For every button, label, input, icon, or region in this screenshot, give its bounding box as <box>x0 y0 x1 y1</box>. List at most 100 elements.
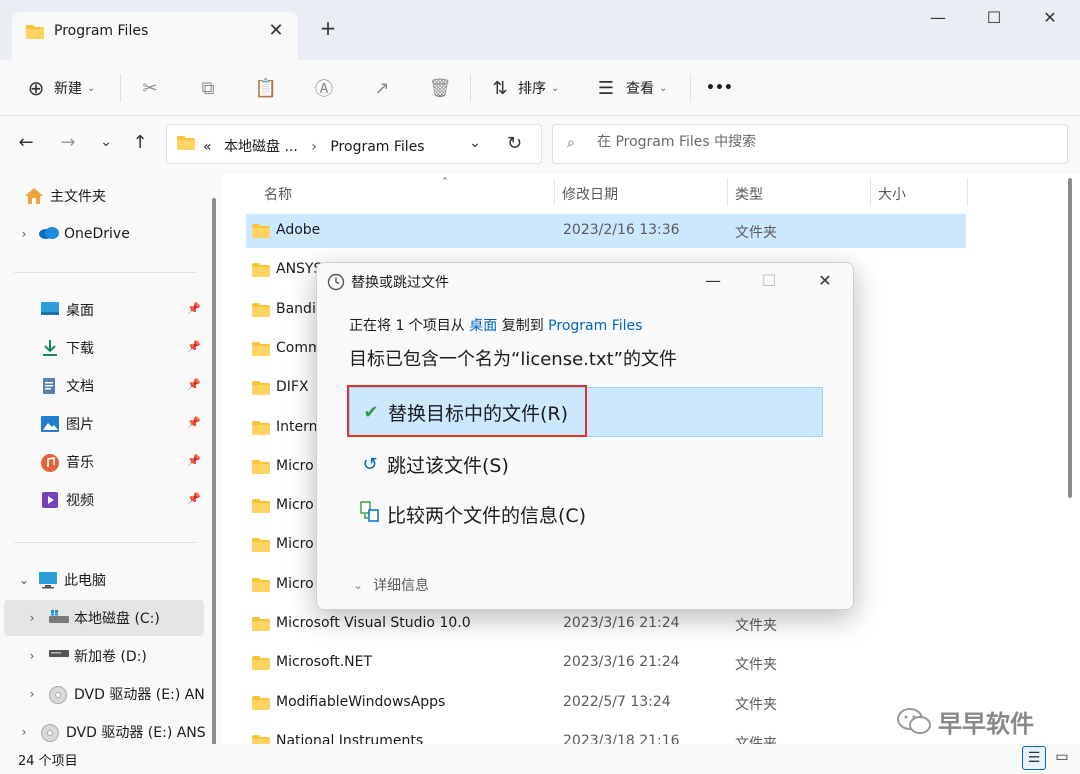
chevron-right-icon[interactable]: › <box>16 725 32 739</box>
paste-button[interactable]: 📋 <box>254 70 278 106</box>
copy-button[interactable]: ⧉ <box>196 70 220 106</box>
breadcrumb-local-disk[interactable]: 本地磁盘 ... <box>224 139 298 155</box>
sidebar-item-drive-d[interactable]: › 新加卷 (D:) <box>0 638 205 674</box>
refresh-icon[interactable]: ↻ <box>507 133 522 154</box>
dialog-minimize-button[interactable]: — <box>695 269 731 295</box>
new-label: 新建 <box>54 81 82 97</box>
column-divider[interactable] <box>554 178 555 206</box>
column-divider[interactable] <box>870 178 871 206</box>
sidebar-scrollbar[interactable] <box>212 198 216 746</box>
tab-close-icon[interactable]: ✕ <box>264 20 288 41</box>
file-type: 文件夹 <box>735 696 777 713</box>
new-button[interactable]: ⊕ 新建 ⌄ <box>24 70 96 106</box>
sidebar-item-drive-c[interactable]: › 本地磁盘 (C:) <box>4 600 204 636</box>
copy-description: 正在将 1 个项目从 桌面 复制到 Program Files <box>349 315 642 335</box>
file-row[interactable]: Microsoft Visual Studio 10.0 2023/3/16 21… <box>246 607 966 641</box>
sidebar-item-this-pc[interactable]: ⌄ 此电脑 <box>0 562 205 598</box>
folder-icon <box>252 224 270 242</box>
title-bar: Program Files ✕ + — ☐ ✕ <box>0 0 1080 60</box>
file-row[interactable]: Adobe 2023/2/16 13:36 文件夹 <box>246 214 966 248</box>
tab-program-files[interactable]: Program Files ✕ <box>12 12 298 60</box>
skip-option[interactable]: ↺ 跳过该文件(S) <box>349 439 823 489</box>
details-view-icon[interactable]: ☰ <box>1022 746 1046 770</box>
recent-dropdown-icon[interactable]: ⌄ <box>92 134 120 160</box>
windows-drive-icon <box>48 609 70 627</box>
pin-icon[interactable]: 📌 <box>187 492 201 505</box>
sort-button[interactable]: ⇅ 排序 ⌄ <box>488 70 559 106</box>
dvd-icon <box>48 685 70 704</box>
destination-link[interactable]: Program Files <box>548 318 642 334</box>
file-type: 文件夹 <box>735 618 777 634</box>
file-row[interactable]: Microsoft.NET 2023/3/16 21:24 文件夹 <box>246 646 966 680</box>
compare-option[interactable]: 比较两个文件的信息(C) <box>349 489 823 539</box>
tiles-view-icon[interactable]: ▭ <box>1050 746 1074 770</box>
close-window-button[interactable]: ✕ <box>1028 4 1072 34</box>
chevron-down-icon[interactable]: ⌄ <box>16 573 32 587</box>
rename-button[interactable]: Ⓐ <box>312 70 336 106</box>
sidebar-item-label: OneDrive <box>64 226 130 242</box>
minimize-button[interactable]: — <box>916 4 960 34</box>
sidebar-item-desktop[interactable]: 桌面 📌 <box>0 292 205 328</box>
column-divider[interactable] <box>727 178 728 206</box>
breadcrumb-program-files[interactable]: Program Files <box>330 139 424 155</box>
sidebar-item-label: 文档 <box>66 379 94 395</box>
address-row: ← → ⌄ ↑ « 本地磁盘 ... › Program Files ⌄ ↻ ⌕ <box>0 116 1080 174</box>
list-view-icon: ☰ <box>597 77 615 99</box>
file-name: Micro <box>276 457 314 474</box>
more-options-button[interactable]: ••• <box>706 70 733 106</box>
sidebar-item-videos[interactable]: 视频 📌 <box>0 482 205 518</box>
sidebar-item-onedrive[interactable]: › OneDrive <box>0 216 205 252</box>
sidebar-item-home[interactable]: 主文件夹 <box>0 178 205 214</box>
column-divider[interactable] <box>967 178 968 206</box>
column-header-label: 类型 <box>735 187 763 203</box>
chevron-right-icon[interactable]: › <box>24 611 40 625</box>
sidebar-divider <box>14 272 196 273</box>
pin-icon[interactable]: 📌 <box>187 302 201 315</box>
breadcrumb: « 本地磁盘 ... › Program Files <box>203 136 425 156</box>
search-icon: ⌕ <box>567 135 575 151</box>
file-row[interactable]: National Instruments 2023/3/18 21:16 文件夹 <box>246 725 966 744</box>
file-name: Intern <box>276 418 318 435</box>
dialog-maximize-button: ☐ <box>761 271 777 290</box>
pin-icon[interactable]: 📌 <box>187 454 201 467</box>
folder-icon <box>252 302 270 321</box>
pin-icon[interactable]: 📌 <box>187 340 201 353</box>
search-input[interactable] <box>597 134 1047 150</box>
new-tab-button[interactable]: + <box>316 16 340 40</box>
pin-icon[interactable]: 📌 <box>187 378 201 391</box>
source-link[interactable]: 桌面 <box>469 318 497 334</box>
status-bar: 24 个项目 ☰ ▭ <box>0 744 1080 774</box>
back-arrow-icon[interactable]: ← <box>12 132 40 158</box>
chevron-right-icon[interactable]: › <box>24 649 40 663</box>
chevron-right-icon[interactable]: › <box>16 227 32 241</box>
more-details-toggle[interactable]: ⌄ 详细信息 <box>353 575 429 595</box>
sidebar-item-music[interactable]: 音乐 📌 <box>0 444 205 480</box>
up-arrow-icon[interactable]: ↑ <box>126 132 154 158</box>
address-bar[interactable]: « 本地磁盘 ... › Program Files ⌄ ↻ <box>166 124 542 164</box>
maximize-button[interactable]: ☐ <box>972 4 1016 34</box>
sidebar-item-dvd-e[interactable]: › DVD 驱动器 (E:) AN <box>0 676 205 712</box>
file-type: 文件夹 <box>735 225 777 241</box>
home-icon <box>24 187 46 205</box>
address-dropdown-icon[interactable]: ⌄ <box>469 135 481 151</box>
file-row[interactable]: ModifiableWindowsApps 2022/5/7 13:24 文件夹 <box>246 686 966 720</box>
search-box[interactable]: ⌕ <box>552 124 1068 164</box>
pin-icon[interactable]: 📌 <box>187 416 201 429</box>
file-name: DIFX <box>276 379 309 396</box>
chevron-right-icon[interactable]: › <box>24 687 40 701</box>
copy-description-text: 正在将 1 个项目从 <box>349 318 470 334</box>
view-button[interactable]: ☰ 查看 ⌄ <box>594 70 667 106</box>
breadcrumb-overflow[interactable]: « <box>203 139 212 155</box>
file-list-scrollbar[interactable] <box>1068 178 1072 498</box>
delete-button[interactable]: 🗑 <box>428 70 452 106</box>
sidebar-item-documents[interactable]: 文档 📌 <box>0 368 205 404</box>
sidebar-item-label: 下载 <box>66 341 94 357</box>
folder-icon <box>252 577 270 596</box>
forward-arrow-icon[interactable]: → <box>54 132 82 158</box>
folder-icon <box>252 656 270 674</box>
sidebar-item-downloads[interactable]: 下载 📌 <box>0 330 205 366</box>
cut-button[interactable]: ✂ <box>138 70 162 106</box>
sidebar-item-pictures[interactable]: 图片 📌 <box>0 406 205 442</box>
dialog-close-button[interactable]: ✕ <box>807 269 843 295</box>
share-button[interactable]: ↗ <box>370 70 394 106</box>
